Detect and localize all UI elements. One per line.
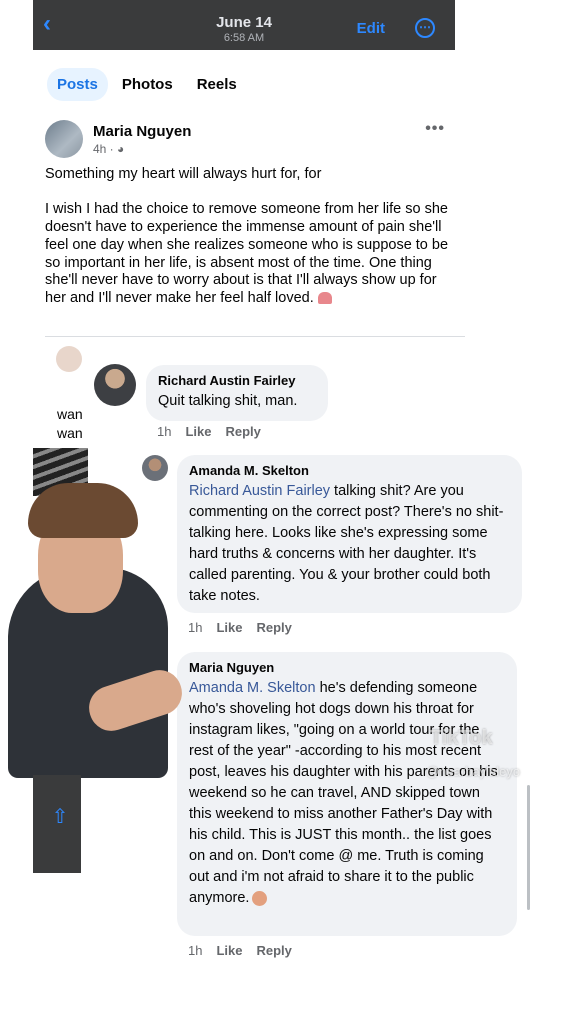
globe-icon: ◕ xyxy=(117,142,125,156)
like-button[interactable]: Like xyxy=(216,943,242,958)
share-icon[interactable]: ⇧ xyxy=(49,806,71,828)
comment-author[interactable]: Amanda M. Skelton xyxy=(189,463,510,478)
comment-age: 1h xyxy=(157,424,172,439)
post-body: Something my heart will always hurt for,… xyxy=(45,166,455,308)
person-overlay-photo xyxy=(8,448,188,778)
mention-link[interactable]: Richard Austin Fairley xyxy=(189,483,330,499)
comment-bubble: Amanda M. Skelton Richard Austin Fairley… xyxy=(177,455,522,613)
reply-button[interactable]: Reply xyxy=(256,943,291,958)
ellipsis-icon[interactable]: ••• xyxy=(425,120,445,138)
post-paragraph-2: I wish I had the choice to remove someon… xyxy=(45,201,449,306)
comment-author[interactable]: Richard Austin Fairley xyxy=(158,373,316,388)
post-age: 4h · xyxy=(93,142,114,156)
like-button[interactable]: Like xyxy=(216,620,242,635)
mention-link[interactable]: Amanda M. Skelton xyxy=(189,680,316,696)
comment-bubble: Maria Nguyen Amanda M. Skelton he's defe… xyxy=(177,652,517,936)
commenter-avatar[interactable] xyxy=(56,346,82,372)
comment-body: talking shit? Are you commenting on the … xyxy=(189,483,504,604)
comment-actions: 1h Like Reply xyxy=(157,424,261,439)
comment-actions: 1h Like Reply xyxy=(188,943,292,958)
header-time: 6:58 AM xyxy=(223,32,265,44)
scrollbar[interactable] xyxy=(527,785,530,910)
profile-tabs: Posts Photos Reels xyxy=(47,68,247,101)
post-author-name[interactable]: Maria Nguyen xyxy=(93,123,191,140)
like-button[interactable]: Like xyxy=(185,424,211,439)
face-emoji-icon xyxy=(252,890,268,906)
comment-author[interactable]: Maria Nguyen xyxy=(189,660,505,675)
comment-bubble: Richard Austin Fairley Quit talking shit… xyxy=(146,365,328,421)
person-hair xyxy=(28,483,138,538)
tiktok-watermark: TikTok xyxy=(430,727,493,749)
top-nav-bar: ‹ June 14 6:58 AM Edit ⋯ xyxy=(33,0,455,50)
tab-posts[interactable]: Posts xyxy=(47,68,108,101)
comment-age: 1h xyxy=(188,943,203,958)
header-date: June 14 xyxy=(216,14,272,31)
heart-emoji-icon xyxy=(317,292,332,305)
post-paragraph-1: Something my heart will always hurt for,… xyxy=(45,166,322,182)
post-header: Maria Nguyen 4h · ◕ ••• xyxy=(45,120,465,160)
post-author-avatar[interactable] xyxy=(45,120,83,158)
edit-button[interactable]: Edit xyxy=(357,20,385,37)
commenter-avatar[interactable] xyxy=(94,364,136,406)
tab-reels[interactable]: Reels xyxy=(187,68,247,101)
more-circle-icon[interactable]: ⋯ xyxy=(415,18,435,38)
partial-comment-line: wan xyxy=(57,425,83,441)
comment-actions: 1h Like Reply xyxy=(188,620,292,635)
comment-text: Quit talking shit, man. xyxy=(158,393,298,409)
tiktok-handle: @nearbaylaleyo xyxy=(426,764,521,779)
comment-text: Amanda M. Skelton he's defending someone… xyxy=(189,678,505,909)
reply-button[interactable]: Reply xyxy=(225,424,260,439)
comment-body: he's defending someone who's shoveling h… xyxy=(189,680,498,906)
post-meta: 4h · ◕ xyxy=(93,142,124,156)
reply-button[interactable]: Reply xyxy=(256,620,291,635)
comment-text: Richard Austin Fairley talking shit? Are… xyxy=(189,481,510,607)
comment-age: 1h xyxy=(188,620,203,635)
tab-photos[interactable]: Photos xyxy=(112,68,183,101)
partial-comment-line: wan xyxy=(57,406,83,422)
partial-comment: wan wan xyxy=(57,405,83,443)
